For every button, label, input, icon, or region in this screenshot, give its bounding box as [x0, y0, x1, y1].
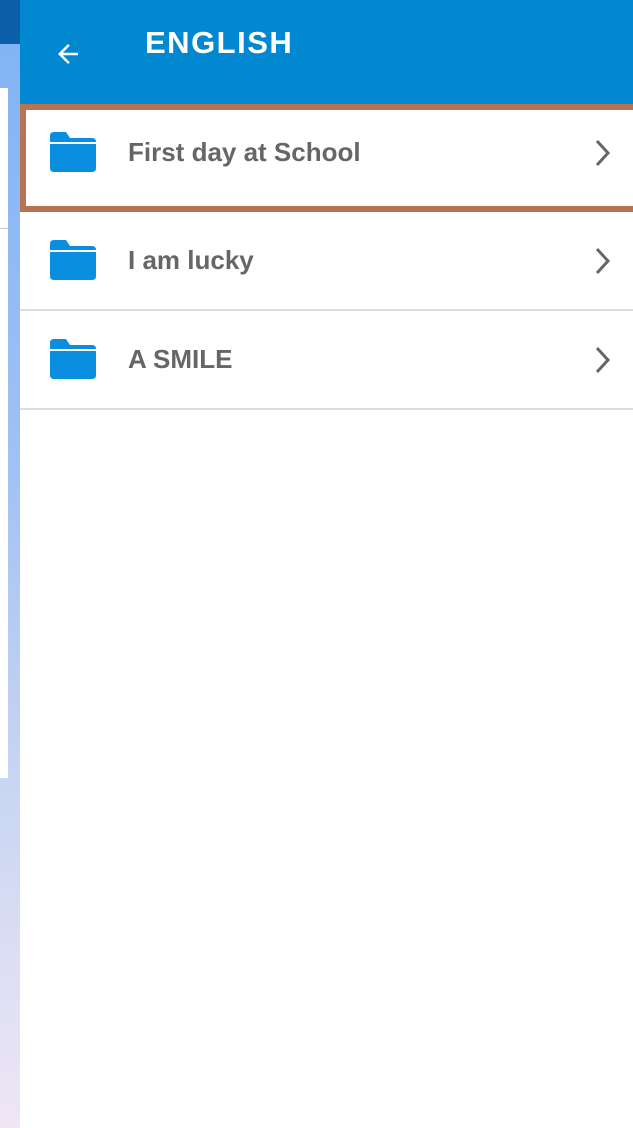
arrow-left-icon [58, 44, 78, 64]
chevron-right-icon [595, 139, 611, 167]
background-app-header [0, 0, 20, 44]
background-divider [0, 228, 8, 229]
folder-icon [50, 240, 96, 280]
folder-icon [50, 132, 96, 172]
app-bar: ENGLISH [20, 0, 633, 104]
page-title: ENGLISH [145, 25, 294, 60]
background-app-edge [0, 0, 20, 1128]
list-item[interactable]: A SMILE [20, 311, 633, 410]
list-item-label: A SMILE [128, 344, 233, 374]
list-item[interactable]: First day at School [20, 104, 633, 212]
chevron-right-icon [595, 247, 611, 275]
list-item-label: I am lucky [128, 245, 254, 275]
background-app-panel [0, 88, 8, 778]
list-item[interactable]: I am lucky [20, 212, 633, 311]
folder-icon [50, 339, 96, 379]
list-item-label: First day at School [128, 137, 361, 167]
folder-list: First day at School I am lucky A SMILE [20, 104, 633, 410]
back-button[interactable] [44, 30, 92, 78]
chevron-right-icon [595, 346, 611, 374]
folder-panel: ENGLISH First day at School I am lucky A… [20, 0, 633, 1128]
